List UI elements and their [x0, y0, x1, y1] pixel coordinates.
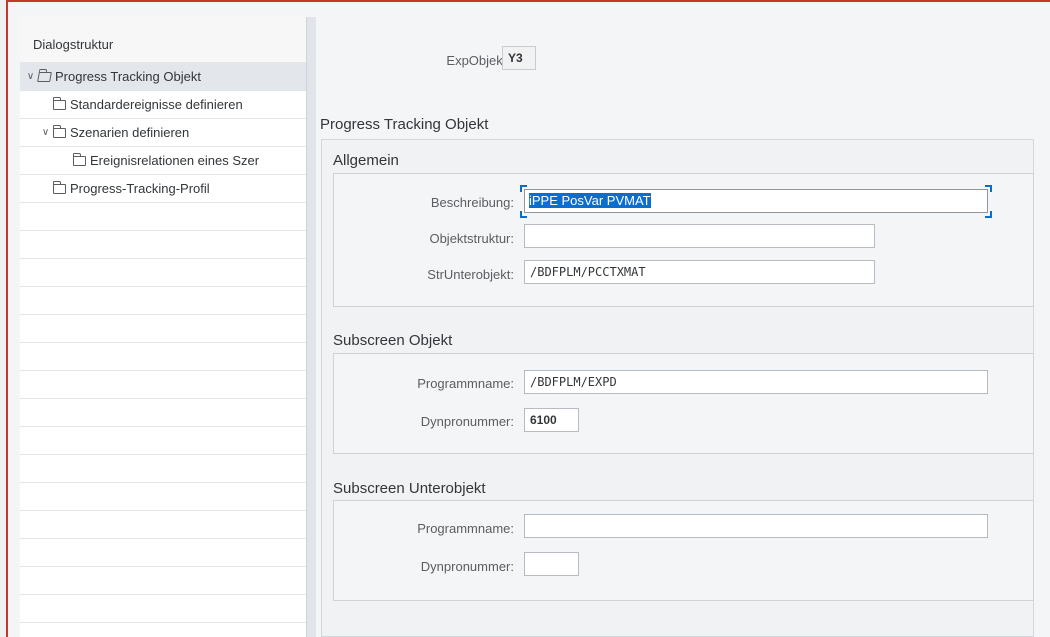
pane-splitter[interactable] — [306, 17, 316, 637]
tree-item-label: Standardereignisse definieren — [70, 97, 243, 112]
tree-empty-row — [20, 371, 306, 399]
tree-empty-row — [20, 287, 306, 315]
objektstruktur-field[interactable] — [524, 224, 875, 248]
selected-text: iPPE PosVar PVMAT — [529, 193, 651, 208]
tree-empty-row — [20, 567, 306, 595]
beschreibung-field[interactable]: iPPE PosVar PVMAT — [524, 189, 988, 213]
tree-header: Dialogstruktur — [20, 17, 306, 63]
programmname-label: Programmname: — [417, 521, 514, 536]
tree-empty-row — [20, 343, 306, 371]
tree-item-label: Szenarien definieren — [70, 125, 190, 140]
chevron-down-icon[interactable]: ∨ — [39, 127, 52, 138]
folder-icon — [53, 180, 66, 194]
beschreibung-label: Beschreibung: — [430, 195, 514, 210]
tree-empty-row — [20, 399, 306, 427]
subscreen-objekt-group — [333, 353, 1034, 454]
subscreen-objekt-title: Subscreen Objekt — [333, 332, 453, 349]
tree-empty-row — [20, 203, 306, 231]
tree-empty-row — [20, 539, 306, 567]
expobjekt-label: ExpObjekt: — [446, 53, 510, 68]
tree-empty-row — [20, 511, 306, 539]
tree-empty-row — [20, 483, 306, 511]
dynpronummer-label: Dynpronummer: — [420, 414, 514, 429]
dynpronummer-field[interactable]: 6100 — [524, 408, 579, 432]
strunterobjekt-label: StrUnterobjekt: — [427, 267, 514, 282]
folder-icon — [53, 96, 66, 110]
tree-item-progress-tracking-objekt[interactable]: ∨ Progress Tracking Objekt — [20, 63, 306, 91]
programmname-field[interactable] — [524, 514, 988, 538]
focus-corner — [985, 185, 992, 192]
expobjekt-field: Y3 — [502, 46, 536, 70]
folder-icon — [53, 124, 66, 138]
tree-empty-row — [20, 231, 306, 259]
focus-corner — [520, 185, 527, 192]
strunterobjekt-field[interactable]: /BDFPLM/PCCTXMAT — [524, 260, 875, 284]
programmname-label: Programmname: — [417, 376, 514, 391]
tree-item-label: Progress Tracking Objekt — [55, 69, 201, 84]
tree-empty-row — [20, 259, 306, 287]
focus-corner — [520, 211, 527, 218]
focus-corner — [985, 211, 992, 218]
tree-empty-row — [20, 427, 306, 455]
folder-icon — [73, 152, 86, 166]
tree-item-ereignisrelationen[interactable]: Ereignisrelationen eines Szer — [20, 147, 306, 175]
allgemein-title: Allgemein — [333, 152, 399, 169]
dynpronummer-label: Dynpronummer: — [420, 559, 514, 574]
objektstruktur-label: Objektstruktur: — [429, 231, 514, 246]
section-title: Progress Tracking Objekt — [320, 116, 489, 133]
subscreen-unterobjekt-title: Subscreen Unterobjekt — [333, 480, 486, 497]
tree-item-szenarien[interactable]: ∨ Szenarien definieren — [20, 119, 306, 147]
dialog-structure-tree: Dialogstruktur ∨ Progress Tracking Objek… — [20, 17, 307, 637]
chevron-down-icon[interactable]: ∨ — [24, 71, 37, 82]
tree-item-progress-tracking-profil[interactable]: Progress-Tracking-Profil — [20, 175, 306, 203]
tree-empty-row — [20, 315, 306, 343]
tree-item-label: Ereignisrelationen eines Szer — [90, 153, 260, 168]
dynpronummer-field[interactable] — [524, 552, 579, 576]
tree-empty-row — [20, 595, 306, 623]
programmname-field[interactable]: /BDFPLM/EXPD — [524, 370, 988, 394]
open-folder-icon — [37, 71, 52, 82]
tree-empty-row — [20, 455, 306, 483]
tree-item-standardereignisse[interactable]: Standardereignisse definieren — [20, 91, 306, 119]
tree-item-label: Progress-Tracking-Profil — [70, 181, 210, 196]
